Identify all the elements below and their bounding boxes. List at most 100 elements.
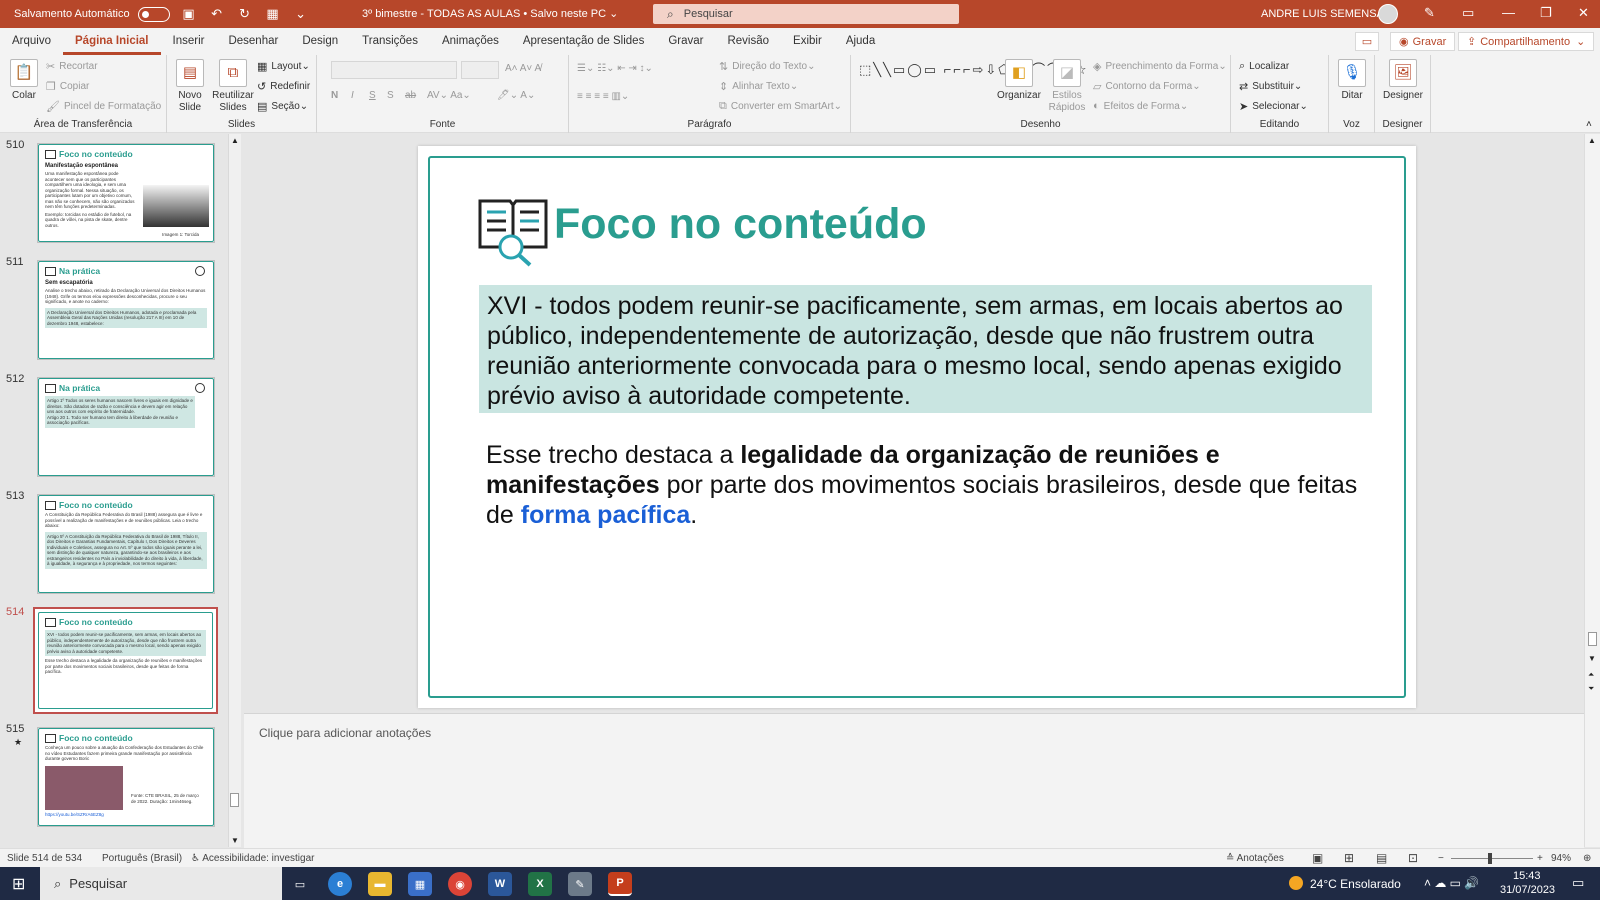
thumb-link[interactable]: https://youtu.be/SZRrA6EZ8g: [45, 812, 207, 818]
strike-button[interactable]: ab: [405, 90, 416, 101]
windows-start-icon[interactable]: ⊞: [12, 874, 25, 894]
tab-design[interactable]: Design: [290, 28, 350, 55]
present-icon[interactable]: ▦: [264, 5, 282, 23]
paste-button[interactable]: 📋 Colar: [8, 59, 40, 102]
powerpoint-icon[interactable]: P: [608, 872, 632, 896]
spacing-icon[interactable]: AV⌄ Aa⌄: [427, 90, 471, 101]
notifications-icon[interactable]: ▭: [1572, 875, 1584, 891]
slide-thumbnail-511[interactable]: Na prática Sem escapatória Analise o tre…: [37, 260, 215, 360]
pen-icon[interactable]: ✎: [1424, 5, 1435, 21]
slide-paragraph[interactable]: Esse trecho destaca a legalidade da orga…: [486, 440, 1366, 530]
slide-thumbnail-514[interactable]: Foco no conteúdo XVI - todos podem reuni…: [33, 607, 218, 714]
notes-placeholder[interactable]: Clique para adicionar anotações: [259, 726, 431, 740]
store-icon[interactable]: ▦: [408, 872, 432, 896]
thumbnails-scrollbar[interactable]: [228, 134, 241, 847]
quick-styles-button[interactable]: ◪ Estilos Rápidos: [1047, 59, 1087, 114]
search-input[interactable]: Pesquisar: [684, 8, 733, 20]
taskbar-search[interactable]: ⌕ Pesquisar: [40, 867, 282, 900]
normal-view-icon[interactable]: ▣: [1312, 851, 1323, 865]
slide-title[interactable]: Foco no conteúdo: [554, 200, 927, 249]
shape-outline-button[interactable]: ▱ Contorno da Forma ⌄: [1093, 80, 1201, 93]
tab-apresentacao[interactable]: Apresentação de Slides: [511, 28, 656, 55]
align-text-button[interactable]: ⇕ Alinhar Texto ⌄: [719, 80, 798, 93]
grow-font-icon[interactable]: A˄ A˅ A̸: [505, 63, 541, 74]
tab-exibir[interactable]: Exibir: [781, 28, 834, 55]
cut-button[interactable]: ✂ Recortar: [46, 60, 98, 73]
accessibility-status[interactable]: ♿ Acessibilidade: investigar: [191, 853, 314, 864]
reuse-slides-button[interactable]: ⧉ Reutilizar Slides: [212, 59, 254, 114]
next-slide-icon[interactable]: ⏷: [1588, 684, 1594, 694]
reading-view-icon[interactable]: ▤: [1376, 851, 1387, 865]
tab-inserir[interactable]: Inserir: [161, 28, 217, 55]
avatar[interactable]: [1378, 4, 1398, 24]
tab-gravar[interactable]: Gravar: [656, 28, 715, 55]
tray-icons[interactable]: ˄ ☁ ▭ 🔊: [1424, 876, 1479, 890]
task-view-icon[interactable]: ▭: [288, 872, 312, 896]
zoom-slider[interactable]: [1451, 858, 1533, 859]
clock-time[interactable]: 15:43: [1513, 870, 1541, 882]
excel-icon[interactable]: X: [528, 872, 552, 896]
text-direction-button[interactable]: ⇅ Direção do Texto ⌄: [719, 60, 815, 73]
bold-button[interactable]: N: [331, 90, 338, 101]
minimize-icon[interactable]: —: [1502, 5, 1515, 20]
tab-pagina-inicial[interactable]: Página Inicial: [63, 28, 161, 55]
font-size-select[interactable]: [461, 61, 499, 79]
tab-arquivo[interactable]: Arquivo: [0, 28, 63, 55]
fit-slide-icon[interactable]: ⊕: [1583, 853, 1591, 864]
notes-toggle[interactable]: ≙ Anotações: [1226, 853, 1284, 864]
zoom-in-icon[interactable]: +: [1537, 853, 1543, 864]
reset-button[interactable]: ↺ Redefinir: [257, 80, 310, 93]
slide-thumbnail-513[interactable]: Foco no conteúdo A Constituição da Repúb…: [37, 494, 215, 594]
slide-thumbnail-515[interactable]: Foco no conteúdo Conheça um pouco sobre …: [37, 727, 215, 827]
record-button[interactable]: ◉ Gravar: [1390, 32, 1456, 51]
collapse-ribbon-icon[interactable]: ˄: [1586, 119, 1592, 130]
zoom-slider-thumb[interactable]: [1488, 853, 1492, 864]
tab-animacoes[interactable]: Animações: [430, 28, 511, 55]
undo-icon[interactable]: ↶: [208, 5, 226, 23]
editor-scrollbar[interactable]: ▲ ▼ ⏶ ⏷: [1584, 134, 1600, 847]
layout-button[interactable]: ▦ Layout ⌄: [257, 60, 310, 73]
weather[interactable]: 24°C Ensolarado: [1310, 877, 1401, 891]
quote-box[interactable]: XVI - todos podem reunir-se pacificament…: [479, 285, 1372, 413]
zoom-out-icon[interactable]: −: [1438, 853, 1444, 864]
scroll-down-icon[interactable]: ▼: [1588, 654, 1596, 663]
tab-transicoes[interactable]: Transições: [350, 28, 430, 55]
replace-button[interactable]: ⇄ Substituir ⌄: [1239, 80, 1302, 93]
shape-fill-button[interactable]: ◈ Preenchimento da Forma ⌄: [1093, 60, 1227, 73]
scroll-down-icon[interactable]: ▼: [231, 836, 239, 845]
slideshow-icon[interactable]: ⊡: [1408, 851, 1418, 865]
tab-ajuda[interactable]: Ajuda: [834, 28, 887, 55]
close-icon[interactable]: ✕: [1578, 5, 1589, 21]
slide-thumbnail-510[interactable]: Foco no conteúdo Manifestação espontânea…: [37, 143, 215, 243]
section-button[interactable]: ▤ Seção ⌄: [257, 100, 308, 113]
bullets-icon[interactable]: ☰⌄ ☷⌄ ⇤ ⇥ ↕⌄: [577, 63, 653, 74]
share-button[interactable]: ⇪ Compartilhamento ⌄: [1458, 32, 1595, 51]
designer-button[interactable]: 🖼 Designer: [1379, 59, 1427, 102]
editor-scroll-thumb[interactable]: [1588, 632, 1597, 646]
align-icon[interactable]: ≡ ≡ ≡ ≡ ▥⌄: [577, 91, 629, 102]
ribbon-display-icon[interactable]: ▭: [1462, 5, 1474, 21]
comments-button[interactable]: ▭: [1355, 32, 1379, 51]
copy-button[interactable]: ❐ Copiar: [46, 80, 89, 93]
language-status[interactable]: Português (Brasil): [102, 853, 182, 864]
paint-icon[interactable]: ✎: [568, 872, 592, 896]
document-title[interactable]: 3º bimestre - TODAS AS AULAS • Salvo nes…: [362, 7, 618, 20]
autosave[interactable]: Salvamento Automático: [14, 6, 170, 22]
word-icon[interactable]: W: [488, 872, 512, 896]
shadow-button[interactable]: S: [387, 90, 394, 101]
shapes-gallery[interactable]: ⬚╲╲▭◯▭ ⌐⌐⌐⇨⇩⬠ ⌒⌒⌒{}☆: [859, 61, 1086, 79]
font-family-select[interactable]: [331, 61, 457, 79]
chrome-icon[interactable]: ◉: [448, 872, 472, 896]
arrange-button[interactable]: ◧ Organizar: [997, 59, 1041, 102]
select-button[interactable]: ➤ Selecionar ⌄: [1239, 100, 1308, 113]
file-explorer-icon[interactable]: ▬: [368, 872, 392, 896]
slide-thumbnail-512[interactable]: Na prática Artigo 1º Todos os seres huma…: [37, 377, 215, 477]
tab-revisao[interactable]: Revisão: [715, 28, 781, 55]
format-painter-button[interactable]: 🖌 Pincel de Formatação: [46, 100, 161, 113]
shape-effects-button[interactable]: ◐ Efeitos de Forma ⌄: [1093, 100, 1188, 112]
tab-desenhar[interactable]: Desenhar: [216, 28, 290, 55]
customize-qat-icon[interactable]: ⌄: [292, 5, 310, 23]
highlight-icon[interactable]: 🖊⌄ A⌄: [497, 90, 535, 101]
clock-date[interactable]: 31/07/2023: [1500, 884, 1555, 896]
scroll-up-icon[interactable]: ▲: [231, 136, 239, 145]
